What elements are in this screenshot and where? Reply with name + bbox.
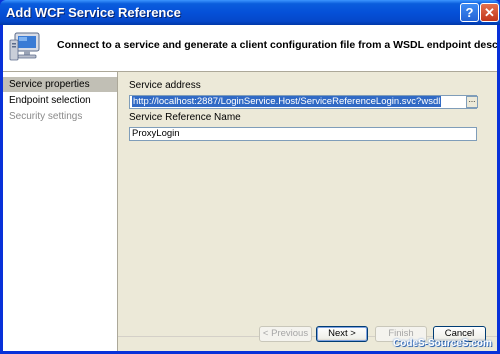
service-reference-name-label: Service Reference Name — [129, 112, 241, 123]
service-address-input[interactable]: http://localhost:2887/LoginService.Host/… — [129, 95, 477, 109]
computer-network-icon — [9, 32, 40, 61]
previous-button: < Previous — [259, 326, 312, 342]
service-reference-name-input[interactable]: ProxyLogin — [129, 127, 477, 141]
sidebar-item-service-properties[interactable]: Service properties — [3, 77, 117, 92]
service-reference-name-value: ProxyLogin — [132, 128, 180, 139]
browse-button[interactable]: ... — [466, 96, 478, 108]
watermark-text: CodeS-SourceS.com — [393, 338, 492, 349]
close-button[interactable]: ✕ — [480, 3, 499, 22]
service-address-value: http://localhost:2887/LoginService.Host/… — [132, 96, 442, 107]
dialog-client-area: Connect to a service and generate a clie… — [3, 25, 497, 351]
window-title: Add WCF Service Reference — [6, 5, 181, 20]
service-address-label: Service address — [129, 80, 201, 91]
wizard-header: Connect to a service and generate a clie… — [3, 25, 497, 72]
next-button[interactable]: Next > — [316, 326, 368, 342]
wizard-sidebar: Service properties Endpoint selection Se… — [3, 72, 118, 351]
dialog-window: Add WCF Service Reference ? ✕ Connect to… — [0, 0, 500, 354]
sidebar-item-endpoint-selection[interactable]: Endpoint selection — [3, 93, 117, 108]
sidebar-item-security-settings: Security settings — [9, 111, 83, 122]
help-button[interactable]: ? — [460, 3, 479, 22]
wizard-main-panel: Service address http://localhost:2887/Lo… — [118, 72, 497, 351]
wizard-header-text: Connect to a service and generate a clie… — [57, 39, 497, 51]
title-bar[interactable]: Add WCF Service Reference ? ✕ — [0, 0, 500, 25]
